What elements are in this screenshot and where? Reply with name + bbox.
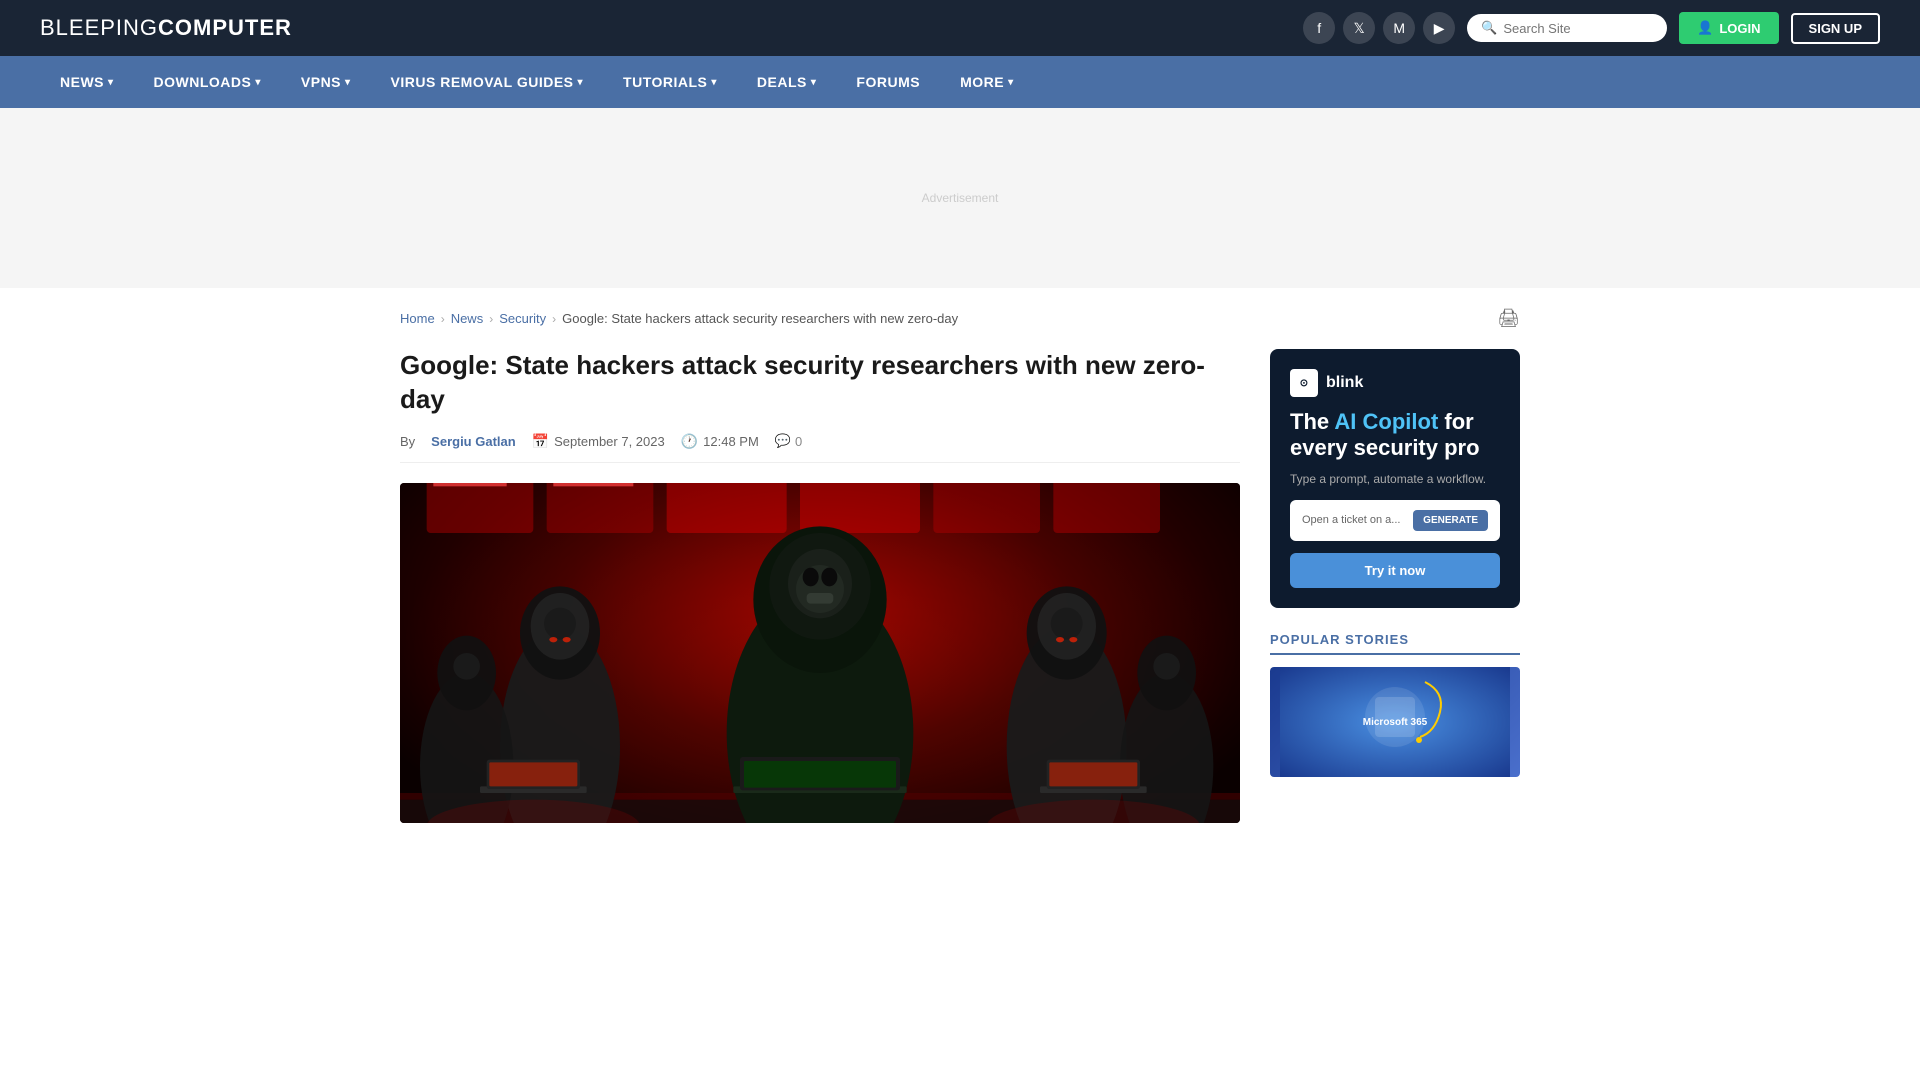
comment-icon: 💬 — [775, 433, 791, 449]
search-bar: 🔍 — [1467, 14, 1667, 42]
breadcrumb-sep-3: › — [552, 312, 556, 326]
popular-story-svg: Microsoft 365 — [1270, 667, 1520, 777]
user-icon: 👤 — [1697, 20, 1713, 36]
content-layout: Google: State hackers attack security re… — [400, 349, 1520, 823]
calendar-icon: 📅 — [532, 433, 549, 450]
blink-generate-button[interactable]: GENERATE — [1413, 510, 1488, 531]
blink-subtext: Type a prompt, automate a workflow. — [1290, 472, 1500, 486]
logo-bold: COMPUTER — [158, 15, 292, 40]
author-link[interactable]: Sergiu Gatlan — [431, 434, 516, 449]
nav-downloads[interactable]: DOWNLOADS ▾ — [134, 56, 281, 108]
svg-text:Microsoft 365: Microsoft 365 — [1363, 717, 1428, 728]
header-right: f 𝕏 M ▶ 🔍 👤 LOGIN SIGN UP — [1303, 12, 1880, 44]
social-icons: f 𝕏 M ▶ — [1303, 12, 1455, 44]
nav-more[interactable]: MORE ▾ — [940, 56, 1034, 108]
breadcrumb-current: Google: State hackers attack security re… — [562, 311, 958, 326]
breadcrumb-sep-2: › — [489, 312, 493, 326]
breadcrumb: Home › News › Security › Google: State h… — [400, 308, 1520, 329]
article-title: Google: State hackers attack security re… — [400, 349, 1240, 417]
blink-try-button[interactable]: Try it now — [1290, 553, 1500, 588]
nav-news-arrow: ▾ — [108, 77, 114, 88]
main-container: Home › News › Security › Google: State h… — [360, 288, 1560, 843]
nav-tutorials-arrow: ▾ — [711, 77, 717, 88]
print-icon[interactable]: 🖨 — [1497, 308, 1520, 329]
nav-downloads-arrow: ▾ — [255, 77, 261, 88]
youtube-icon[interactable]: ▶ — [1423, 12, 1455, 44]
article-date: September 7, 2023 — [554, 434, 665, 449]
time-meta: 🕐 12:48 PM — [681, 433, 759, 450]
ad-banner: Advertisement — [0, 108, 1920, 288]
popular-stories-title: POPULAR STORIES — [1270, 632, 1520, 655]
breadcrumb-security[interactable]: Security — [499, 311, 546, 326]
blink-input-area: Open a ticket on a... GENERATE — [1290, 500, 1500, 541]
blink-logo: ⊙ blink — [1290, 369, 1500, 397]
nav-vpns-arrow: ▾ — [345, 77, 351, 88]
article-main: Google: State hackers attack security re… — [400, 349, 1240, 823]
hero-image-svg — [400, 483, 1240, 823]
blink-input-text: Open a ticket on a... — [1302, 514, 1400, 526]
nav-virus-removal[interactable]: VIRUS REMOVAL GUIDES ▾ — [371, 56, 603, 108]
nav-more-arrow: ▾ — [1008, 77, 1014, 88]
clock-icon: 🕐 — [681, 433, 698, 450]
breadcrumb-home[interactable]: Home — [400, 311, 435, 326]
article-time: 12:48 PM — [703, 434, 759, 449]
breadcrumb-left: Home › News › Security › Google: State h… — [400, 311, 958, 326]
nav-forums[interactable]: FORUMS — [836, 56, 940, 108]
comment-count: 0 — [795, 434, 802, 449]
blink-ad: ⊙ blink The AI Copilot for every securit… — [1270, 349, 1520, 608]
facebook-icon[interactable]: f — [1303, 12, 1335, 44]
signup-button[interactable]: SIGN UP — [1791, 13, 1880, 44]
article-meta: By Sergiu Gatlan 📅 September 7, 2023 🕐 1… — [400, 433, 1240, 463]
comment-badge[interactable]: 💬 0 — [775, 433, 802, 449]
article-sidebar: ⊙ blink The AI Copilot for every securit… — [1270, 349, 1520, 823]
hero-image — [400, 483, 1240, 823]
popular-stories: POPULAR STORIES Microsoft — [1270, 632, 1520, 777]
breadcrumb-news[interactable]: News — [451, 311, 484, 326]
nav-deals-arrow: ▾ — [811, 77, 817, 88]
logo-light: BLEEPING — [40, 15, 158, 40]
nav-news[interactable]: NEWS ▾ — [40, 56, 134, 108]
twitter-icon[interactable]: 𝕏 — [1343, 12, 1375, 44]
site-logo[interactable]: BLEEPINGCOMPUTER — [40, 15, 292, 41]
blink-logo-icon: ⊙ — [1290, 369, 1318, 397]
site-header: BLEEPINGCOMPUTER f 𝕏 M ▶ 🔍 👤 LOGIN SIGN … — [0, 0, 1920, 56]
blink-headline: The AI Copilot for every security pro — [1290, 409, 1500, 462]
search-input[interactable] — [1503, 21, 1653, 36]
author-label: By — [400, 434, 415, 449]
date-meta: 📅 September 7, 2023 — [532, 433, 665, 450]
search-icon: 🔍 — [1481, 20, 1497, 36]
popular-story-image[interactable]: Microsoft 365 — [1270, 667, 1520, 777]
login-button[interactable]: 👤 LOGIN — [1679, 12, 1778, 44]
blink-logo-text: blink — [1326, 374, 1363, 392]
nav-vpns[interactable]: VPNS ▾ — [281, 56, 371, 108]
breadcrumb-sep-1: › — [441, 312, 445, 326]
nav-deals[interactable]: DEALS ▾ — [737, 56, 836, 108]
nav-bar: NEWS ▾ DOWNLOADS ▾ VPNS ▾ VIRUS REMOVAL … — [0, 56, 1920, 108]
mastodon-icon[interactable]: M — [1383, 12, 1415, 44]
nav-virus-arrow: ▾ — [578, 77, 584, 88]
nav-tutorials[interactable]: TUTORIALS ▾ — [603, 56, 737, 108]
